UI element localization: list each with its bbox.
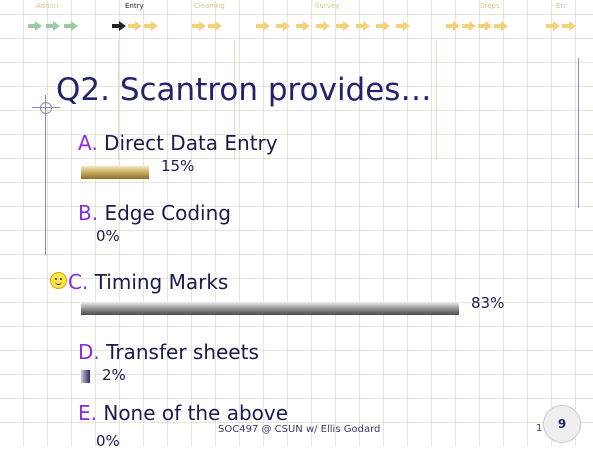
arrow-right-icon[interactable] bbox=[112, 21, 126, 31]
option-e: E. None of the above bbox=[78, 401, 288, 425]
option-b: B. Edge Coding bbox=[78, 201, 231, 225]
arrow-right-icon[interactable] bbox=[316, 21, 330, 31]
option-text: Direct Data Entry bbox=[104, 131, 278, 155]
option-b-percent: 0% bbox=[96, 227, 120, 245]
arrow-right-icon[interactable] bbox=[64, 21, 78, 31]
nav-tab-entry[interactable]: Entry bbox=[125, 2, 144, 10]
nav-tab-steps[interactable]: Steps bbox=[480, 2, 500, 10]
smiley-icon bbox=[50, 272, 67, 289]
option-letter: C. bbox=[68, 270, 89, 294]
arrow-right-icon[interactable] bbox=[396, 21, 410, 31]
vertical-rule bbox=[436, 40, 437, 160]
option-text: Timing Marks bbox=[94, 270, 229, 294]
arrow-right-icon[interactable] bbox=[446, 21, 460, 31]
arrow-right-icon[interactable] bbox=[208, 21, 222, 31]
nav-tab-cleaning[interactable]: Cleaning bbox=[194, 2, 225, 10]
slide-title: Q2. Scantron provides… bbox=[56, 72, 432, 108]
crosshair-decoration bbox=[40, 102, 52, 114]
option-a: A. Direct Data Entry bbox=[78, 131, 278, 155]
option-a-percent: 15% bbox=[161, 157, 195, 175]
option-text: Edge Coding bbox=[104, 201, 231, 225]
arrow-right-icon[interactable] bbox=[128, 21, 142, 31]
nav-tab-survey[interactable]: Survey bbox=[315, 2, 339, 10]
option-letter: A. bbox=[78, 131, 98, 155]
option-letter: D. bbox=[78, 340, 100, 364]
arrow-right-icon[interactable] bbox=[192, 21, 206, 31]
arrow-right-icon[interactable] bbox=[256, 21, 270, 31]
option-d: D. Transfer sheets bbox=[78, 340, 259, 364]
option-letter: E. bbox=[78, 401, 97, 425]
option-c: C. Timing Marks bbox=[68, 270, 228, 294]
arrow-right-icon[interactable] bbox=[276, 21, 290, 31]
arrow-right-icon[interactable] bbox=[356, 21, 370, 31]
option-d-bar bbox=[81, 370, 90, 383]
arrow-right-icon[interactable] bbox=[296, 21, 310, 31]
option-a-bar bbox=[81, 166, 149, 179]
option-c-bar bbox=[81, 302, 459, 315]
option-text: None of the above bbox=[103, 401, 289, 425]
vertical-rule bbox=[578, 58, 579, 208]
arrow-right-icon[interactable] bbox=[546, 21, 560, 31]
footer-text: SOC497 @ CSUN w/ Ellis Godard bbox=[218, 424, 381, 435]
arrow-right-icon[interactable] bbox=[462, 21, 476, 31]
nav-tab-etc[interactable]: Etc bbox=[556, 2, 567, 10]
page-number-badge: 9 bbox=[543, 405, 581, 443]
nav-tab-admin[interactable]: Admin bbox=[36, 2, 58, 10]
arrow-right-icon[interactable] bbox=[28, 21, 42, 31]
section-nav: Admin Entry Cleaning Survey Steps Etc bbox=[0, 0, 593, 40]
option-text: Transfer sheets bbox=[106, 340, 259, 364]
arrow-right-icon[interactable] bbox=[494, 21, 508, 31]
arrow-right-icon[interactable] bbox=[336, 21, 350, 31]
arrow-right-icon[interactable] bbox=[144, 21, 158, 31]
option-c-percent: 83% bbox=[471, 294, 505, 312]
arrow-right-icon[interactable] bbox=[376, 21, 390, 31]
footer-slide-number: 1 bbox=[536, 423, 543, 434]
crosshair-decoration bbox=[45, 95, 46, 255]
option-letter: B. bbox=[78, 201, 99, 225]
arrow-right-icon[interactable] bbox=[478, 21, 492, 31]
arrow-right-icon[interactable] bbox=[46, 21, 60, 31]
option-d-percent: 2% bbox=[102, 366, 126, 384]
option-e-percent: 0% bbox=[96, 432, 120, 450]
arrow-right-icon[interactable] bbox=[562, 21, 576, 31]
